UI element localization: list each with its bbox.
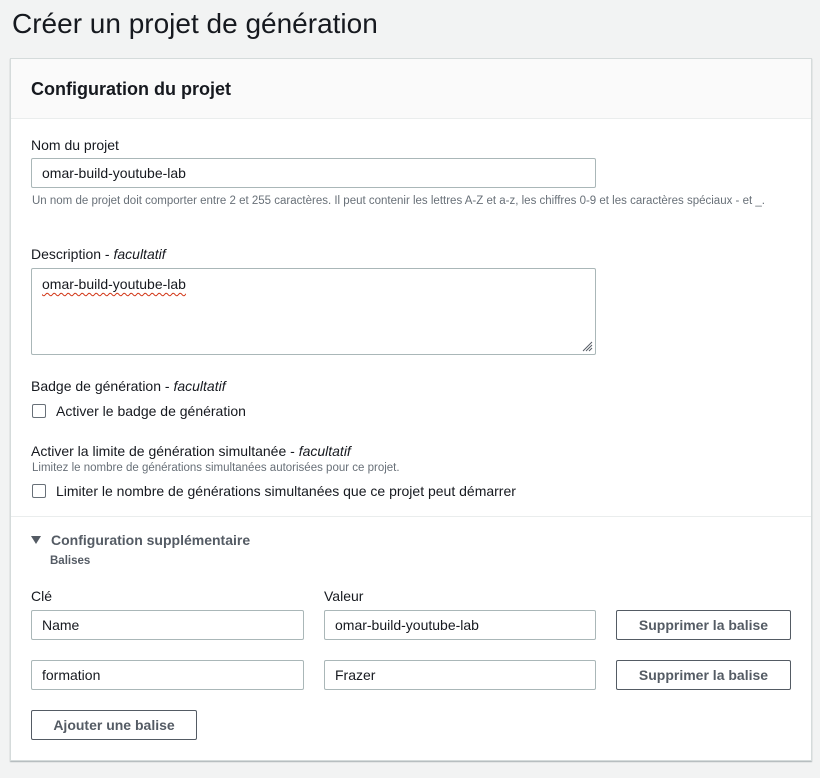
badge-optional: facultatif <box>173 378 226 394</box>
section-divider <box>11 516 811 517</box>
tags-label: Balises <box>50 555 91 567</box>
tag-value-input[interactable]: Frazer <box>324 660 596 690</box>
remove-tag-button[interactable]: Supprimer la balise <box>616 660 791 690</box>
project-name-hint: Un nom de projet doit comporter entre 2 … <box>32 195 765 207</box>
concurrency-checkbox-row[interactable]: Limiter le nombre de générations simulta… <box>32 482 516 500</box>
concurrency-label: Activer la limite de génération simultan… <box>31 442 351 460</box>
concurrency-label-text: Activer la limite de génération simultan… <box>31 443 295 459</box>
project-config-panel: Configuration du projet Nom du projet om… <box>10 58 812 761</box>
caret-down-icon <box>31 536 41 544</box>
additional-config-label: Configuration supplémentaire <box>51 532 251 548</box>
concurrency-hint: Limitez le nombre de générations simulta… <box>32 462 400 474</box>
badge-label: Badge de génération - facultatif <box>31 377 226 395</box>
concurrency-checkbox[interactable] <box>32 484 46 498</box>
panel-title: Configuration du projet <box>31 79 231 99</box>
add-tag-button[interactable]: Ajouter une balise <box>31 710 197 740</box>
description-textarea[interactable]: omar-build-youtube-lab <box>31 268 596 355</box>
project-name-input[interactable]: omar-build-youtube-lab <box>31 158 596 188</box>
concurrency-optional: facultatif <box>298 443 351 459</box>
key-header: Clé <box>31 588 53 604</box>
description-value: omar-build-youtube-lab <box>42 276 186 292</box>
resize-handle-icon[interactable] <box>581 340 593 352</box>
badge-label-text: Badge de génération - <box>31 378 170 394</box>
badge-checkbox-label: Activer le badge de génération <box>56 403 246 419</box>
tag-key-input[interactable]: formation <box>31 660 304 690</box>
additional-config-expander[interactable]: Configuration supplémentaire <box>31 532 250 548</box>
tag-key-input[interactable]: Name <box>31 610 304 640</box>
page-title: Créer un projet de génération <box>12 8 378 39</box>
description-label-text: Description - <box>31 246 110 262</box>
value-header: Valeur <box>324 588 364 604</box>
badge-checkbox[interactable] <box>32 404 46 418</box>
panel-header: Configuration du projet <box>11 59 811 119</box>
concurrency-checkbox-label: Limiter le nombre de générations simulta… <box>56 483 516 499</box>
remove-tag-button[interactable]: Supprimer la balise <box>616 610 791 640</box>
badge-checkbox-row[interactable]: Activer le badge de génération <box>32 402 246 420</box>
tag-value-input[interactable]: omar-build-youtube-lab <box>324 610 596 640</box>
description-label: Description - facultatif <box>31 245 166 263</box>
description-optional: facultatif <box>113 246 166 262</box>
project-name-label: Nom du projet <box>31 137 119 153</box>
